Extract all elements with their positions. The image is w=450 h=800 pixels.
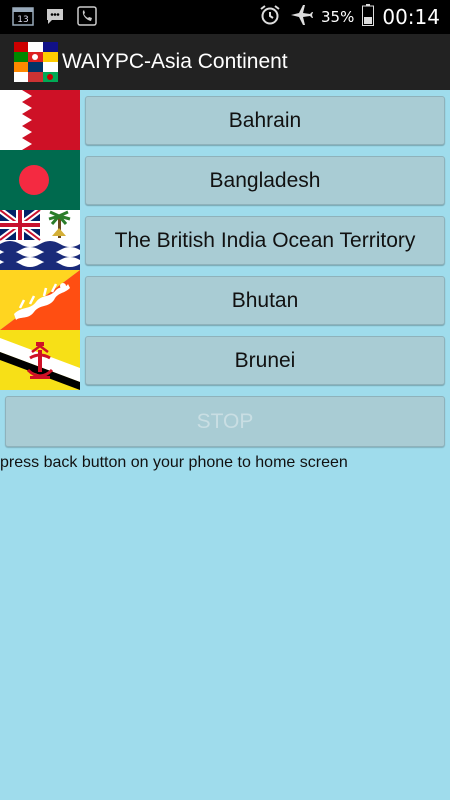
list-item: Bangladesh	[0, 150, 450, 210]
country-button-brunei[interactable]: Brunei	[85, 336, 445, 385]
bahrain-flag-icon	[0, 90, 80, 150]
biot-flag-icon	[0, 210, 80, 270]
app-bar: WAIYPC-Asia Continent	[0, 34, 450, 90]
country-button-bangladesh[interactable]: Bangladesh	[85, 156, 445, 205]
status-bar: 13 35% 00:14	[0, 0, 450, 34]
country-list: Bahrain Bangladesh The British India Oce…	[0, 90, 450, 800]
flags-collage-icon	[14, 42, 58, 82]
clock: 00:14	[382, 5, 440, 29]
phone-call-icon	[76, 6, 98, 26]
chat-icon	[44, 6, 66, 26]
list-item: Bhutan	[0, 270, 450, 330]
list-item: Bahrain	[0, 90, 450, 150]
calendar-icon: 13	[12, 6, 34, 26]
battery-icon	[362, 4, 375, 30]
bangladesh-flag-icon	[0, 150, 80, 210]
alarm-icon	[259, 4, 281, 30]
list-item: The British India Ocean Territory	[0, 210, 450, 270]
brunei-flag-icon	[0, 330, 80, 390]
bhutan-flag-icon	[0, 270, 80, 330]
hint-text: press back button on your phone to home …	[0, 454, 348, 471]
battery-percent: 35%	[321, 8, 355, 26]
list-item: Brunei	[0, 330, 450, 390]
app-title: WAIYPC-Asia Continent	[62, 50, 288, 73]
country-button-biot[interactable]: The British India Ocean Territory	[85, 216, 445, 265]
country-button-bhutan[interactable]: Bhutan	[85, 276, 445, 325]
country-button-bahrain[interactable]: Bahrain	[85, 96, 445, 145]
svg-text:13: 13	[17, 15, 28, 25]
airplane-icon	[289, 4, 314, 30]
stop-button[interactable]: STOP	[5, 396, 445, 447]
